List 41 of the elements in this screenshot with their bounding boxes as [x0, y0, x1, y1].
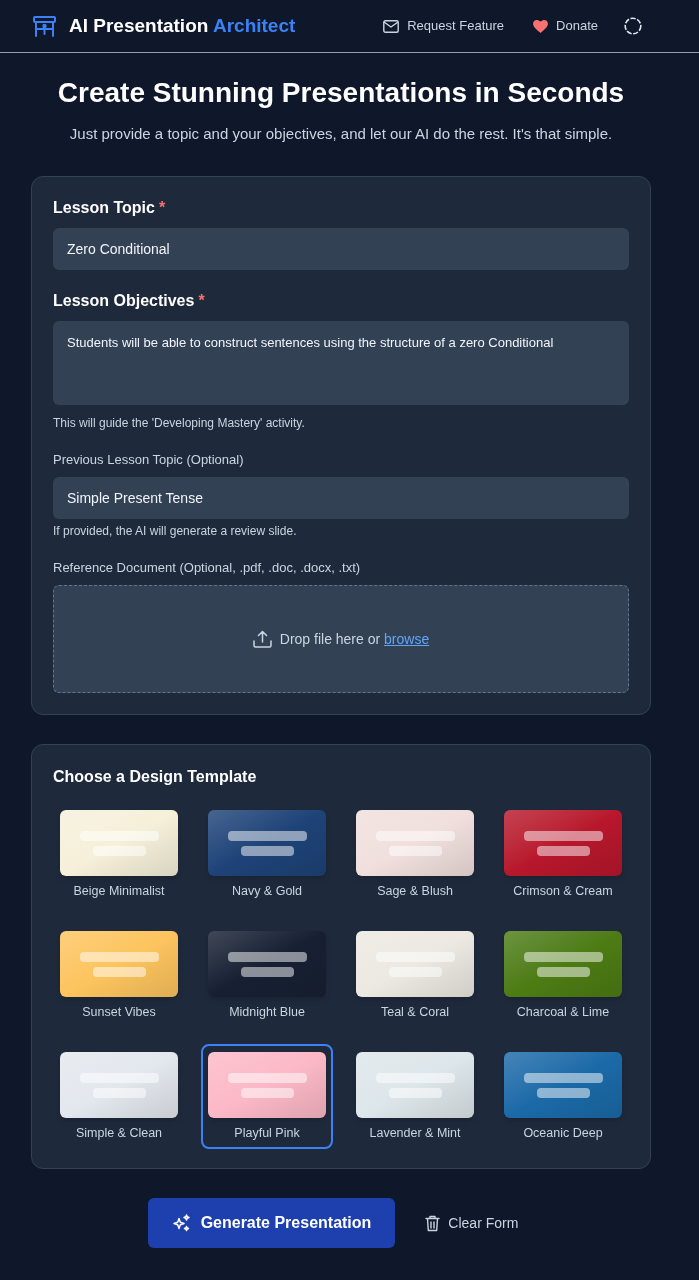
text-input[interactable]: Simple Present Tense [53, 477, 629, 519]
field-label: Reference Document (Optional, .pdf, .doc, .docx, .txt) [53, 560, 361, 576]
request-feature-link[interactable]: Request Feature [383, 16, 505, 36]
template-option[interactable]: Beige Minimalist [53, 802, 185, 907]
template-option[interactable]: Simple & Clean [53, 1044, 185, 1149]
presentation-board-icon [33, 15, 56, 37]
field-label: Lesson Topic [53, 198, 155, 218]
field-hint: This will guide the 'Developing Mastery' activity. [53, 415, 306, 431]
template-option[interactable]: Playful Pink [201, 1044, 333, 1149]
required-asterisk: * [198, 291, 205, 311]
template-option[interactable]: Charcoal & Lime [497, 923, 629, 1028]
field-hint: If provided, the AI will generate a review slide. [53, 523, 298, 539]
text-input[interactable]: Zero Conditional [53, 228, 629, 270]
upload-icon [252, 630, 272, 648]
clear-form-button[interactable]: Clear Form [409, 1198, 535, 1248]
drop-instruction: Drop file here or browse [279, 629, 430, 649]
page-subheading: Just provide a topic and your objectives, and let our AI do the rest. It's that simple. [68, 124, 614, 144]
mail-icon [383, 19, 400, 33]
template-option[interactable]: Lavender & Mint [349, 1044, 481, 1149]
template-option[interactable]: Sunset Vibes [53, 923, 185, 1028]
sparkles-icon [171, 1213, 191, 1233]
section-title: Choose a Design Template [53, 767, 258, 787]
required-asterisk: * [158, 198, 166, 218]
dashed-circle-icon[interactable] [624, 17, 642, 35]
app-title: AI Presentation Architect [69, 13, 296, 38]
file-drop-zone[interactable]: Drop file here or browse [53, 585, 629, 693]
template-option[interactable]: Teal & Coral [349, 923, 481, 1028]
template-option[interactable]: Midnight Blue [201, 923, 333, 1028]
browse-link[interactable]: browse [384, 630, 430, 647]
generate-button[interactable]: Generate Presentation [147, 1198, 396, 1248]
template-option[interactable]: Crimson & Cream [497, 802, 629, 907]
text-area[interactable]: Students will be able to construct sentences using the structure of a zero Conditional [53, 321, 629, 405]
trash-icon [425, 1214, 441, 1232]
donate-link[interactable]: Donate [533, 16, 598, 36]
field-label: Lesson Objectives [53, 291, 195, 311]
heart-icon [533, 19, 549, 33]
template-option[interactable]: Navy & Gold [201, 802, 333, 907]
field-label: Previous Lesson Topic (Optional) [53, 452, 244, 468]
template-option[interactable]: Oceanic Deep [497, 1044, 629, 1149]
template-option[interactable]: Sage & Blush [349, 802, 481, 907]
page-heading: Create Stunning Presentations in Seconds [56, 76, 626, 110]
